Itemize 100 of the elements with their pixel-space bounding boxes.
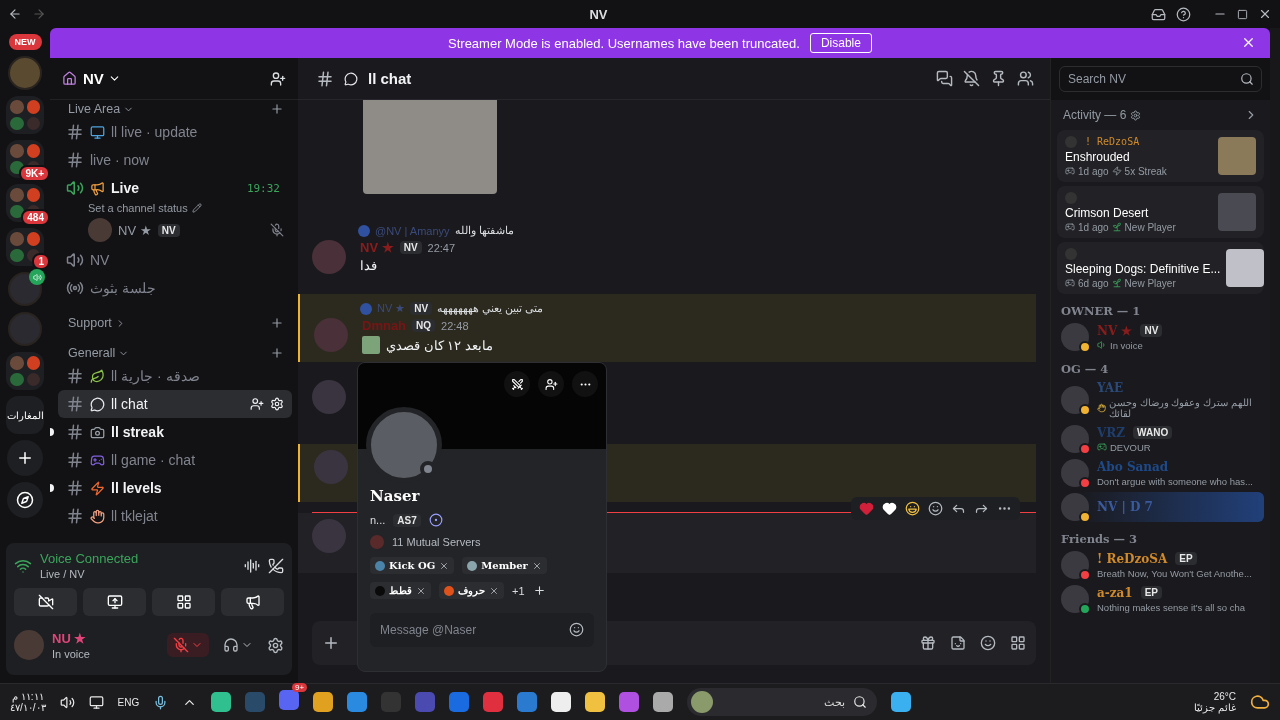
avatar <box>14 630 44 660</box>
more-button[interactable] <box>572 371 598 397</box>
weather-condition: غائم جزئيًا <box>1194 702 1236 713</box>
close-icon[interactable] <box>1258 7 1272 21</box>
server-tag: NV <box>1140 324 1163 337</box>
headphones-icon <box>223 637 239 653</box>
category-header[interactable]: Live Area <box>68 102 270 116</box>
swords-button[interactable] <box>504 371 530 397</box>
invite-icon[interactable] <box>270 70 286 87</box>
channel-item[interactable]: ll chat <box>58 390 292 418</box>
language-indicator[interactable]: ENG <box>117 696 140 708</box>
member-name: Abo Sanad <box>1097 459 1169 474</box>
disable-button[interactable]: Disable <box>809 33 872 53</box>
avatar <box>312 519 346 553</box>
new-badge: NEW <box>8 34 42 50</box>
channel-item[interactable]: live · now <box>58 146 292 174</box>
emoji-icon[interactable] <box>569 622 584 637</box>
add-icon[interactable] <box>322 634 340 652</box>
member-status: Don't argue with someone who has... <box>1097 475 1253 487</box>
remove-icon[interactable] <box>531 560 542 571</box>
discover-button[interactable] <box>7 482 43 518</box>
add-channel-icon[interactable] <box>270 316 284 330</box>
activity-badge-label: New Player <box>1124 221 1176 233</box>
soundboard-button[interactable] <box>221 588 284 616</box>
back-icon[interactable] <box>8 7 22 21</box>
stage-channel[interactable]: جلسة بثوث <box>58 274 292 302</box>
app-icon[interactable] <box>653 692 674 712</box>
remove-icon[interactable] <box>416 585 426 596</box>
member-group-title: Friends — 3 <box>1060 531 1139 546</box>
channel-item[interactable]: ll صدقه · جارية <box>58 362 292 390</box>
activity-time: 1d ago <box>1078 165 1109 177</box>
member-group-title: OG — 4 <box>1060 361 1110 376</box>
taskbar-search[interactable]: بحث <box>687 688 878 716</box>
role-tag: Kick OG <box>370 557 455 574</box>
disconnect-icon[interactable] <box>268 557 284 574</box>
apps-icon[interactable] <box>1010 635 1026 651</box>
server-folder[interactable]: المغارات <box>6 396 44 434</box>
add-friend-button[interactable] <box>538 371 564 397</box>
timestamp: 22:48 <box>441 319 469 332</box>
hash-icon <box>66 479 84 497</box>
clock-time: ١١:١١ م <box>12 691 44 702</box>
voice-channel[interactable]: NV <box>58 246 292 274</box>
channel-item[interactable]: ll levels <box>58 474 292 502</box>
app-icon[interactable] <box>211 692 232 712</box>
add-channel-icon[interactable] <box>270 102 284 116</box>
category-header[interactable]: Generall <box>68 346 270 360</box>
avatar <box>1061 323 1089 351</box>
app-icon[interactable] <box>585 692 606 712</box>
emoji-icon[interactable] <box>980 635 996 651</box>
channel-item[interactable]: ll game · chat <box>58 446 292 474</box>
channel-item[interactable]: ll tklejat <box>58 502 292 530</box>
start-icon[interactable] <box>891 692 912 712</box>
channel-status: Set a channel status <box>58 202 292 214</box>
server-tag: EP <box>1140 586 1163 599</box>
notifications-icon[interactable] <box>963 70 980 87</box>
camera-button[interactable] <box>14 588 77 616</box>
add-server-button[interactable] <box>7 440 43 476</box>
search-field[interactable]: Search NV <box>1059 66 1262 92</box>
maximize-icon[interactable] <box>1237 8 1248 20</box>
category-header[interactable]: Support <box>68 316 270 330</box>
app-icon[interactable] <box>551 692 572 712</box>
mic-icon[interactable] <box>153 694 169 710</box>
activities-button[interactable] <box>152 588 215 616</box>
volume-icon[interactable] <box>59 694 75 710</box>
laughing-face-icon[interactable] <box>905 501 920 516</box>
display-icon[interactable] <box>88 694 104 710</box>
pin-icon[interactable] <box>990 70 1007 87</box>
help-icon[interactable] <box>1176 6 1191 22</box>
reply-author: @NV | Amanyy <box>375 224 450 237</box>
channel-item[interactable]: ll live · update <box>58 118 292 146</box>
settings-icon[interactable] <box>267 636 284 654</box>
muted-mic-icon <box>270 223 284 237</box>
channel-item[interactable]: ll streak <box>58 418 292 446</box>
gift-icon[interactable] <box>920 635 936 651</box>
member-name: VRZ <box>1097 425 1126 440</box>
activity-card[interactable]: Crimson Desert 1d ago New Player <box>1057 186 1264 238</box>
add-role-icon[interactable] <box>532 584 546 597</box>
mic-button[interactable] <box>167 633 209 657</box>
avatar <box>1061 585 1089 613</box>
threads-icon[interactable] <box>936 70 953 87</box>
sticker-icon[interactable] <box>950 635 966 651</box>
invite-icon[interactable] <box>250 397 264 411</box>
inbox-icon[interactable] <box>1151 6 1166 22</box>
close-icon[interactable] <box>1241 35 1256 50</box>
remove-icon[interactable] <box>489 585 499 596</box>
server-name[interactable]: NV <box>83 70 264 87</box>
members-icon[interactable] <box>1017 70 1034 87</box>
avatar <box>312 380 346 414</box>
app-icon[interactable] <box>313 692 334 712</box>
add-channel-icon[interactable] <box>270 346 284 360</box>
screen-share-button[interactable] <box>83 588 146 616</box>
voice-member-name: NV ★ <box>118 222 152 238</box>
noise-icon[interactable] <box>244 557 260 574</box>
activity-card[interactable]: ! ReDzoSA Enshrouded 1d ago 5x Streak <box>1057 130 1264 182</box>
message-field[interactable]: Message @Naser <box>370 613 594 647</box>
activity-card[interactable]: Sleeping Dogs: Definitive E... 6d ago New Player <box>1057 242 1264 294</box>
pencil-icon[interactable] <box>191 203 202 213</box>
add-reaction-icon[interactable] <box>928 501 943 516</box>
plus-icon <box>16 449 34 467</box>
remove-icon[interactable] <box>439 560 450 571</box>
